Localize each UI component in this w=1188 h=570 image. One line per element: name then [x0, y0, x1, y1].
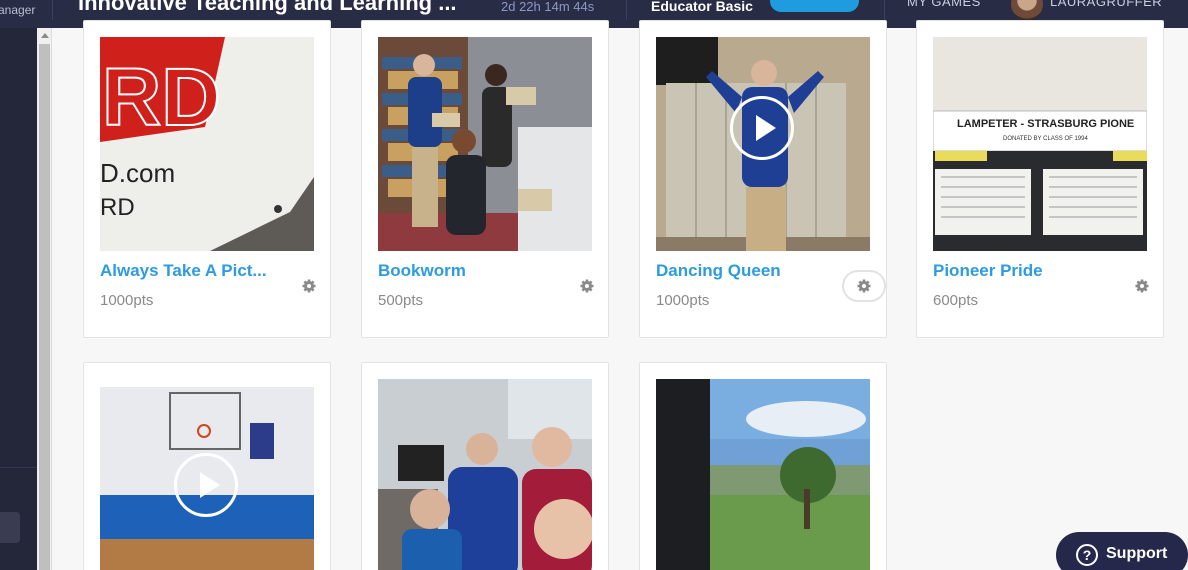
support-button[interactable]: ? Support [1056, 532, 1188, 570]
mission-thumbnail[interactable] [378, 37, 592, 251]
sidebar-divider [0, 467, 37, 468]
divider [884, 0, 885, 20]
mission-title[interactable]: Pioneer Pride [933, 261, 1043, 281]
mission-points: 500pts [378, 292, 424, 309]
gear-icon[interactable] [857, 279, 871, 293]
scrollbar-thumb[interactable] [39, 44, 50, 570]
mission-title[interactable]: Dancing Queen [656, 261, 781, 281]
sidebar-item[interactable] [0, 512, 20, 543]
my-games-link[interactable]: MY GAMES [907, 0, 981, 9]
gear-icon[interactable] [1135, 279, 1149, 293]
banner-url-text: D.com [100, 158, 175, 188]
sign-text: LAMPETER - STRASBURG PIONE [957, 118, 1134, 130]
question-circle-icon: ? [1076, 544, 1098, 566]
mission-card[interactable]: RD D.com RD Always Take A Pict... 1000pt… [83, 20, 331, 338]
banner-small-text: RD [100, 194, 135, 221]
mission-card[interactable] [639, 362, 887, 570]
countdown-timer: 2d 22h 14m 44s [501, 0, 595, 14]
divider [52, 0, 53, 20]
mission-card[interactable] [361, 362, 609, 570]
play-button-icon[interactable] [730, 96, 794, 160]
mission-thumbnail[interactable] [378, 379, 592, 570]
mission-thumbnail[interactable] [656, 379, 870, 570]
support-label: Support [1106, 545, 1168, 562]
play-button-icon[interactable] [174, 453, 238, 517]
mission-points: 600pts [933, 292, 979, 309]
mission-card[interactable]: LAMPETER - STRASBURG PIONE DONATED BY CL… [916, 20, 1164, 338]
mission-points: 1000pts [656, 292, 710, 309]
sign-subtext: DONATED BY CLASS OF 1994 [1003, 136, 1088, 142]
mission-title[interactable]: Always Take A Pict... [100, 261, 267, 281]
gear-icon[interactable] [580, 279, 594, 293]
sidebar-scrollbar[interactable] [37, 28, 52, 570]
mission-card[interactable]: Dancing Queen 1000pts [639, 20, 887, 338]
mission-points: 1000pts [100, 292, 154, 309]
mission-card[interactable]: Bookworm 500pts [361, 20, 609, 338]
gear-icon[interactable] [302, 279, 316, 293]
plan-label: Educator Basic [651, 0, 753, 14]
user-menu[interactable]: LAURAGRUFFER [1050, 0, 1162, 9]
avatar[interactable] [1011, 0, 1043, 20]
manager-link[interactable]: anager [0, 3, 35, 17]
game-title[interactable]: Innovative Teaching and Learning ... [78, 0, 457, 16]
mission-title[interactable]: Bookworm [378, 261, 466, 281]
mission-thumbnail[interactable]: LAMPETER - STRASBURG PIONE DONATED BY CL… [933, 37, 1147, 251]
upgrade-button[interactable] [770, 0, 859, 12]
divider [626, 0, 627, 20]
sidebar [0, 28, 37, 570]
mission-card[interactable] [83, 362, 331, 570]
scroll-up-arrow-icon[interactable] [41, 33, 49, 38]
banner-text: RD [102, 52, 220, 143]
mission-thumbnail[interactable]: RD D.com RD [100, 37, 314, 251]
